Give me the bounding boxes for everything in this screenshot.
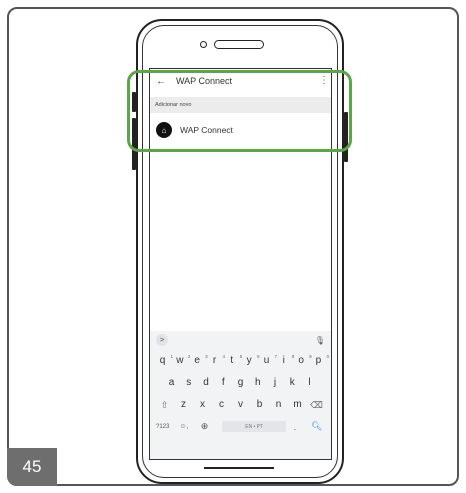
symbols-key[interactable]: ?123 (156, 424, 172, 430)
key-y[interactable]: y6 (241, 353, 260, 369)
keyboard-toolbar: > 🎙 (150, 331, 331, 349)
key-n[interactable]: n (270, 397, 287, 413)
key-u[interactable]: u7 (258, 353, 277, 369)
key-p[interactable]: p0 (310, 353, 329, 369)
key-b[interactable]: b (251, 397, 268, 413)
key-d[interactable]: d (198, 375, 215, 391)
key-c[interactable]: c (213, 397, 230, 413)
key-r[interactable]: r4 (206, 353, 225, 369)
key-row-2: a s d f g h j k l (150, 375, 331, 391)
key-v[interactable]: v (232, 397, 249, 413)
space-bar[interactable]: EN • PT (222, 421, 287, 432)
key-a[interactable]: a (163, 375, 180, 391)
front-camera (200, 41, 207, 48)
key-h[interactable]: h (249, 375, 266, 391)
key-row-4: ?123 ☺, ⊕ EN • PT . 🔍︎ (150, 421, 331, 432)
backspace-icon[interactable]: ⌫ (308, 397, 325, 413)
mic-icon[interactable]: 🎙 (315, 336, 325, 345)
key-row-3: ⇧ z x c v b n m ⌫ (150, 397, 331, 413)
key-q[interactable]: q1 (154, 353, 173, 369)
earpiece-slot (214, 40, 264, 49)
key-x[interactable]: x (194, 397, 211, 413)
shift-icon[interactable]: ⇧ (156, 397, 173, 413)
globe-icon[interactable]: ⊕ (201, 421, 215, 432)
key-t[interactable]: t5 (223, 353, 242, 369)
key-o[interactable]: o9 (293, 353, 311, 369)
key-f[interactable]: f (215, 375, 232, 391)
key-e[interactable]: e3 (189, 353, 207, 369)
key-z[interactable]: z (175, 397, 192, 413)
phone-speaker (200, 40, 266, 50)
emoji-comma-key[interactable]: ☺, (179, 423, 193, 430)
key-s[interactable]: s (180, 375, 197, 391)
key-row-1: q1 w2 e3 r4 t5 y6 u7 i8 o9 p0 (150, 353, 331, 369)
period-key[interactable]: . (294, 422, 304, 432)
key-l[interactable]: l (301, 375, 318, 391)
key-g[interactable]: g (232, 375, 249, 391)
highlight-box (127, 70, 352, 152)
on-screen-keyboard: > 🎙 q1 w2 e3 r4 t5 y6 u7 i8 o9 p0 a s d … (150, 331, 331, 459)
chevron-right-icon[interactable]: > (156, 334, 168, 346)
key-w[interactable]: w2 (171, 353, 190, 369)
home-indicator (204, 467, 274, 469)
page-number: 45 (7, 448, 57, 486)
key-i[interactable]: i8 (275, 353, 295, 369)
key-j[interactable]: j (267, 375, 284, 391)
search-icon[interactable]: 🔍︎ (311, 421, 325, 432)
key-m[interactable]: m (289, 397, 306, 413)
key-k[interactable]: k (284, 375, 301, 391)
